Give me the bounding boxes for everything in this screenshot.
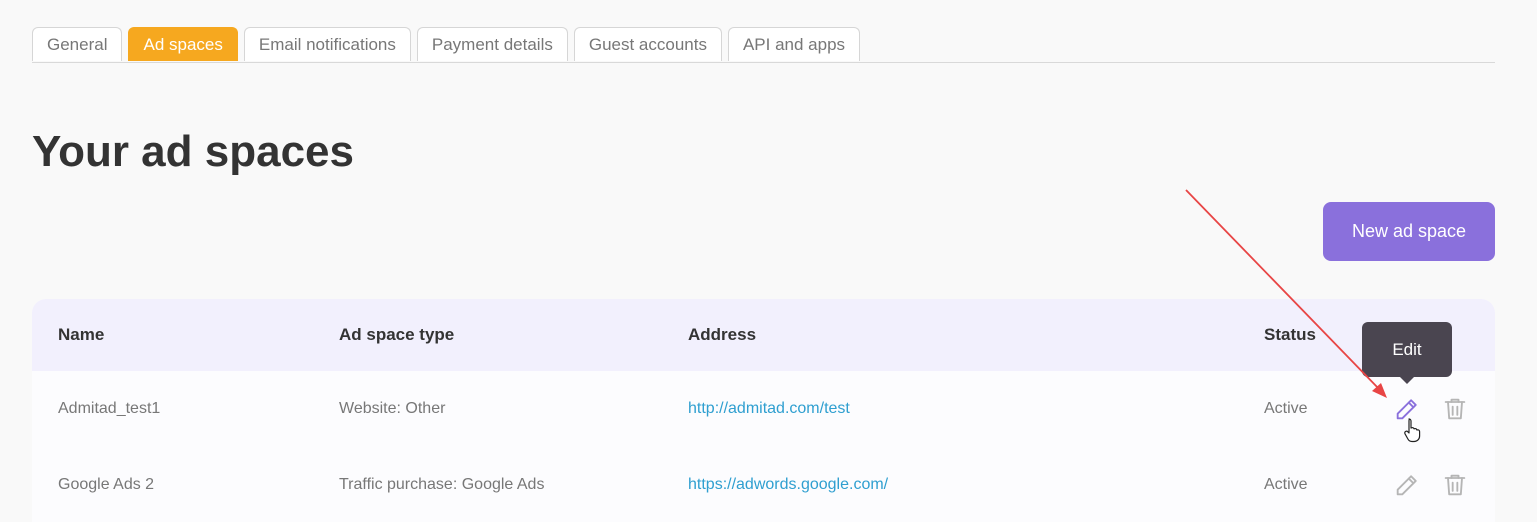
column-header-address: Address xyxy=(688,325,757,344)
row-type: Traffic purchase: Google Ads xyxy=(339,476,545,493)
new-ad-space-button[interactable]: New ad space xyxy=(1323,202,1495,261)
page-title: Your ad spaces xyxy=(32,127,354,176)
tab-general[interactable]: General xyxy=(32,27,123,61)
ad-spaces-table: Name Ad space type Address Status Admita… xyxy=(32,299,1495,522)
tab-guest-accounts[interactable]: Guest accounts xyxy=(573,27,722,61)
table-row: Google Ads 2 Traffic purchase: Google Ad… xyxy=(32,447,1495,522)
row-address-link[interactable]: https://adwords.google.com/ xyxy=(688,447,888,522)
column-header-name: Name xyxy=(58,325,105,344)
tab-ad-spaces[interactable]: Ad spaces xyxy=(128,27,238,61)
table-header: Name Ad space type Address Status xyxy=(32,299,1495,371)
pencil-icon[interactable] xyxy=(1393,471,1421,499)
table-row: Admitad_test1 Website: Other http://admi… xyxy=(32,371,1495,448)
trash-icon[interactable] xyxy=(1441,471,1469,499)
tab-email-notifications[interactable]: Email notifications xyxy=(243,27,411,61)
row-name: Admitad_test1 xyxy=(58,400,161,417)
row-address-link[interactable]: http://admitad.com/test xyxy=(688,371,850,446)
row-status: Active xyxy=(1264,476,1308,493)
column-header-type: Ad space type xyxy=(339,325,455,344)
trash-icon[interactable] xyxy=(1441,395,1469,423)
edit-tooltip: Edit xyxy=(1362,322,1452,384)
row-status: Active xyxy=(1264,400,1308,417)
settings-page: General Ad spaces Email notifications Pa… xyxy=(0,0,1537,522)
row-name: Google Ads 2 xyxy=(58,476,155,493)
column-header-status: Status xyxy=(1264,325,1316,344)
settings-tabs: General Ad spaces Email notifications Pa… xyxy=(32,27,1495,63)
row-type: Website: Other xyxy=(339,400,446,417)
tab-api-and-apps[interactable]: API and apps xyxy=(727,27,861,61)
tab-payment-details[interactable]: Payment details xyxy=(416,27,568,61)
pencil-icon[interactable] xyxy=(1393,395,1421,423)
